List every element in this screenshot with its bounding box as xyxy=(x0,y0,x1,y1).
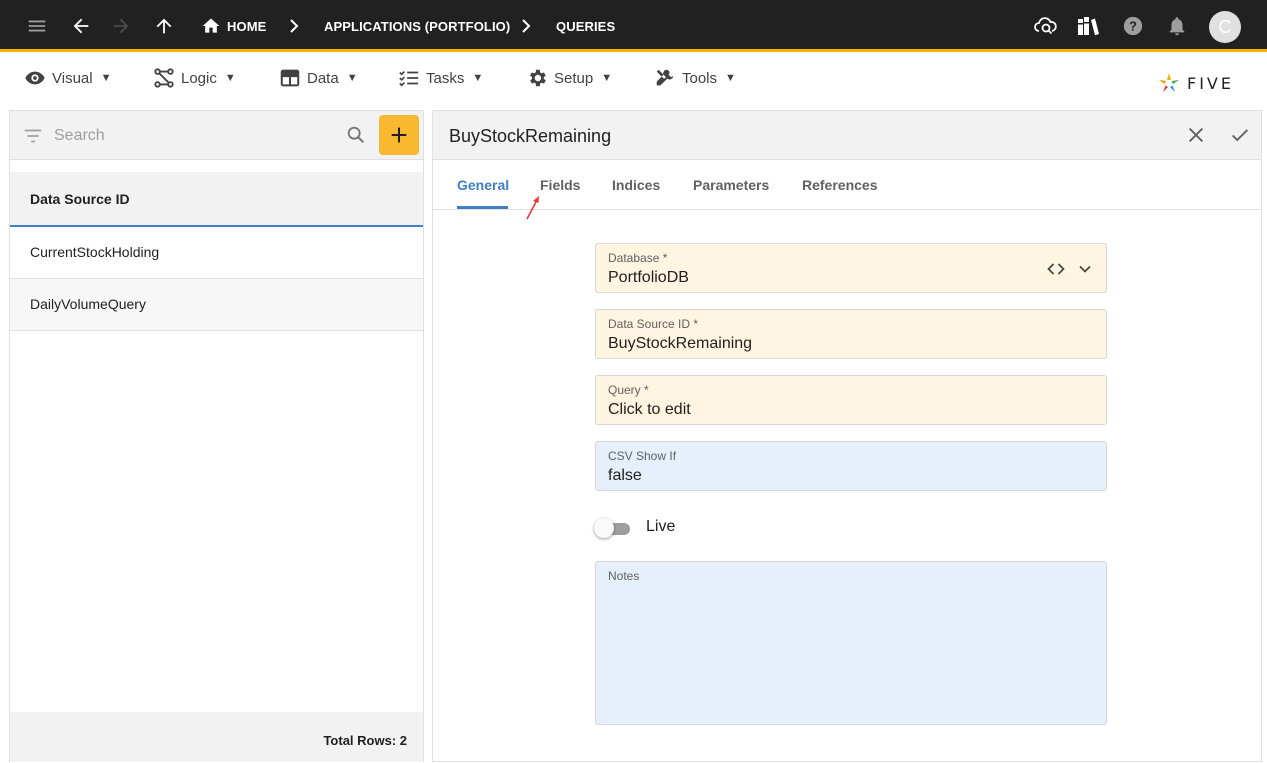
list-panel: Data Source ID CurrentStockHolding Daily… xyxy=(9,110,424,762)
live-toggle[interactable] xyxy=(594,518,632,538)
data-source-id-value: BuyStockRemaining xyxy=(608,335,753,352)
csv-show-if-field[interactable]: CSV Show If false xyxy=(595,441,1107,491)
library-icon[interactable] xyxy=(1076,14,1100,38)
menu-tasks[interactable]: Tasks ▼ xyxy=(398,63,483,93)
tab-indices[interactable]: Indices xyxy=(612,177,660,193)
search-bar xyxy=(10,111,423,160)
list-item[interactable]: DailyVolumeQuery xyxy=(10,279,423,331)
live-label: Live xyxy=(646,518,676,535)
five-logo-text: FIVE xyxy=(1187,73,1234,93)
tab-parameters[interactable]: Parameters xyxy=(693,177,769,193)
chevron-right-icon xyxy=(287,16,301,41)
list-column-header[interactable]: Data Source ID xyxy=(10,172,423,227)
search-input[interactable] xyxy=(54,125,334,147)
form-tabs: General Fields Indices Parameters Refere… xyxy=(433,161,1261,220)
back-arrow-icon[interactable] xyxy=(69,14,93,38)
caret-down-icon: ▼ xyxy=(601,72,613,84)
menu-data[interactable]: Data ▼ xyxy=(279,63,358,93)
menu-visual-label: Visual xyxy=(52,69,93,87)
plus-icon xyxy=(391,127,407,143)
notes-field[interactable]: Notes xyxy=(595,561,1107,725)
bell-icon[interactable] xyxy=(1165,14,1189,38)
five-logo: FIVE xyxy=(1157,71,1234,95)
csv-show-if-label: CSV Show If xyxy=(608,449,677,463)
eye-icon xyxy=(25,71,45,85)
tab-fields[interactable]: Fields xyxy=(540,177,580,193)
menu-logic-label: Logic xyxy=(181,69,217,87)
list-column-header-label: Data Source ID xyxy=(30,191,130,207)
logic-icon xyxy=(154,68,174,88)
query-field[interactable]: Query * Click to edit xyxy=(595,375,1107,425)
breadcrumb-home[interactable]: HOME xyxy=(227,19,266,34)
menu-setup-label: Setup xyxy=(554,69,594,87)
data-source-id-field[interactable]: Data Source ID * BuyStockRemaining xyxy=(595,309,1107,359)
home-icon[interactable] xyxy=(199,14,223,38)
search-icon[interactable] xyxy=(345,124,367,146)
caret-down-icon: ▼ xyxy=(472,72,484,84)
database-label: Database * xyxy=(608,251,668,265)
close-icon[interactable] xyxy=(1185,124,1207,146)
query-label: Query * xyxy=(608,383,649,397)
list-item-label: DailyVolumeQuery xyxy=(30,296,146,312)
form-title: BuyStockRemaining xyxy=(449,126,612,146)
caret-down-icon: ▼ xyxy=(346,72,358,84)
annotation-arrow-icon xyxy=(526,196,539,220)
caret-down-icon: ▼ xyxy=(725,72,736,84)
list-item[interactable]: CurrentStockHolding xyxy=(10,227,423,279)
menu-tools[interactable]: Tools ▼ xyxy=(654,63,736,93)
list-footer: Total Rows: 2 xyxy=(10,712,423,762)
breadcrumb-queries[interactable]: QUERIES xyxy=(556,19,615,34)
up-arrow-icon[interactable] xyxy=(152,14,176,38)
tab-general[interactable]: General xyxy=(457,177,509,193)
chevron-down-icon[interactable] xyxy=(1075,259,1095,279)
help-icon[interactable]: ? xyxy=(1121,14,1145,38)
form-header: BuyStockRemaining xyxy=(433,111,1261,160)
chevron-right-icon xyxy=(519,16,533,41)
breadcrumb-applications[interactable]: APPLICATIONS (PORTFOLIO) xyxy=(324,19,510,34)
menu-setup[interactable]: Setup ▼ xyxy=(526,63,612,93)
tab-references[interactable]: References xyxy=(802,177,878,193)
live-toggle-knob xyxy=(594,518,614,538)
database-field[interactable]: Database * PortfolioDB xyxy=(595,243,1107,293)
menu-bar: Visual ▼ Logic ▼ Data ▼ Tasks ▼ Setup ▼ … xyxy=(0,55,1267,103)
table-icon xyxy=(280,69,300,87)
check-icon[interactable] xyxy=(1229,124,1251,146)
add-button[interactable] xyxy=(379,115,419,155)
menu-tools-label: Tools xyxy=(682,69,718,87)
checklist-icon xyxy=(399,70,419,87)
form-panel: BuyStockRemaining General Fields Indices… xyxy=(432,110,1262,762)
data-source-id-label: Data Source ID * xyxy=(608,317,699,331)
filter-icon[interactable] xyxy=(22,125,44,147)
database-value: PortfolioDB xyxy=(608,269,689,286)
gear-icon xyxy=(530,69,546,87)
five-logo-icon xyxy=(1159,73,1179,92)
query-value: Click to edit xyxy=(608,401,691,418)
avatar[interactable]: C xyxy=(1209,11,1241,43)
menu-icon[interactable] xyxy=(25,14,49,38)
svg-text:?: ? xyxy=(1129,19,1137,34)
caret-down-icon: ▼ xyxy=(100,72,112,84)
app-bar: HOME APPLICATIONS (PORTFOLIO) QUERIES ? … xyxy=(0,0,1267,52)
notes-label: Notes xyxy=(608,569,640,583)
total-rows: Total Rows: 2 xyxy=(323,733,407,748)
forward-arrow-icon[interactable] xyxy=(109,14,133,38)
menu-visual[interactable]: Visual ▼ xyxy=(24,63,111,93)
tools-icon xyxy=(656,69,674,86)
active-tab-indicator xyxy=(457,206,508,209)
csv-show-if-value: false xyxy=(608,467,642,484)
code-icon[interactable] xyxy=(1046,259,1066,279)
list-item-label: CurrentStockHolding xyxy=(30,244,160,260)
cloud-search-icon[interactable] xyxy=(1033,14,1059,38)
menu-data-label: Data xyxy=(307,69,339,87)
menu-tasks-label: Tasks xyxy=(426,69,465,87)
caret-down-icon: ▼ xyxy=(224,72,236,84)
menu-logic[interactable]: Logic ▼ xyxy=(153,63,236,93)
